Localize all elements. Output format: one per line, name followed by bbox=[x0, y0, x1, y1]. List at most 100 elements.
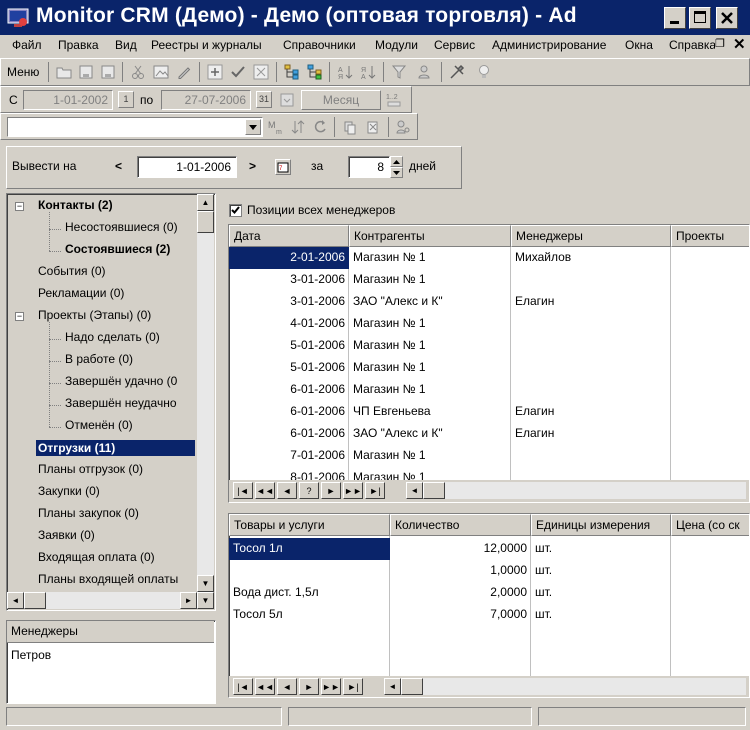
image-icon[interactable] bbox=[151, 62, 171, 82]
tree-icon[interactable] bbox=[282, 62, 302, 82]
days-up-button[interactable] bbox=[390, 156, 403, 167]
period-numbers-icon[interactable]: 1..2 bbox=[384, 90, 404, 110]
title-bar[interactable]: Monitor CRM (Демо) - Демо (оптовая торго… bbox=[0, 0, 750, 35]
tree-item[interactable]: Проекты (Этапы) (0) bbox=[38, 308, 151, 322]
output-date-input[interactable]: 1-01-2006 bbox=[137, 156, 237, 178]
restore-child-icon[interactable]: ❐ bbox=[715, 37, 725, 50]
table-row[interactable]: 3-01-2006 Магазин № 1 bbox=[229, 269, 749, 291]
open-folder-icon[interactable] bbox=[54, 62, 74, 82]
nav-button[interactable]: |◄ bbox=[233, 482, 253, 499]
table-row[interactable]: Тосол 1л 12,0000 шт. bbox=[229, 538, 749, 560]
tree-item[interactable]: Планы входящей оплаты bbox=[38, 572, 178, 586]
copy-icon[interactable] bbox=[340, 117, 360, 137]
goods-hscroll[interactable]: ◄ bbox=[384, 678, 746, 695]
menu-references[interactable]: Справочники bbox=[283, 38, 356, 52]
column-header[interactable]: Товары и услуги bbox=[229, 514, 390, 536]
table-row[interactable]: 6-01-2006 Магазин № 1 bbox=[229, 379, 749, 401]
nav-button[interactable]: ►| bbox=[365, 482, 385, 499]
swap-icon[interactable] bbox=[288, 117, 308, 137]
menu-edit[interactable]: Правка bbox=[58, 38, 99, 52]
from-date-input[interactable]: 1-01-2002 bbox=[23, 90, 113, 110]
next-date-button[interactable]: > bbox=[249, 159, 256, 173]
table-row[interactable]: 5-01-2006 Магазин № 1 bbox=[229, 335, 749, 357]
to-date-input[interactable]: 27-07-2006 bbox=[161, 90, 251, 110]
tree-item[interactable]: Рекламации (0) bbox=[38, 286, 124, 300]
column-header[interactable]: Дата bbox=[229, 225, 349, 247]
scroll-down-button-corner[interactable]: ▼ bbox=[197, 592, 214, 609]
tree-item[interactable]: Планы закупок (0) bbox=[38, 506, 139, 520]
save-as-icon[interactable] bbox=[98, 62, 118, 82]
hscroll-thumb[interactable] bbox=[24, 592, 46, 609]
tree-expander-button[interactable]: − bbox=[15, 202, 24, 211]
nav-button[interactable]: ◄ bbox=[277, 482, 297, 499]
column-header[interactable]: Проекты bbox=[671, 225, 749, 247]
tree-item[interactable]: В работе (0) bbox=[65, 352, 133, 366]
table-row[interactable]: Тосол 5л 7,0000 шт. bbox=[229, 604, 749, 626]
scroll-thumb[interactable] bbox=[197, 211, 214, 233]
column-header[interactable]: Контрагенты bbox=[349, 225, 511, 247]
scroll-left-button[interactable]: ◄ bbox=[7, 592, 24, 609]
to-calendar-button[interactable]: 31 bbox=[256, 91, 272, 108]
remove-icon[interactable] bbox=[363, 117, 383, 137]
tree-item[interactable]: Планы отгрузок (0) bbox=[38, 462, 143, 476]
tools-icon[interactable] bbox=[447, 62, 467, 82]
tree-item[interactable]: Завершён удачно (0 bbox=[65, 374, 177, 388]
table-row[interactable]: 4-01-2006 Магазин № 1 bbox=[229, 313, 749, 335]
cut-icon[interactable] bbox=[128, 62, 148, 82]
table-row[interactable]: 2-01-2006 Магазин № 1 Михайлов bbox=[229, 247, 749, 269]
tree-item[interactable]: Завершён неудачно bbox=[65, 396, 177, 410]
table-row[interactable]: Вода дист. 1,5л 2,0000 шт. bbox=[229, 582, 749, 604]
tree-item[interactable]: Состоявшиеся (2) bbox=[65, 242, 170, 256]
nav-button[interactable]: ► bbox=[321, 482, 341, 499]
check-icon[interactable] bbox=[228, 62, 248, 82]
menu-modules[interactable]: Модули bbox=[375, 38, 418, 52]
app-icon[interactable] bbox=[6, 6, 30, 30]
all-managers-checkbox[interactable] bbox=[229, 204, 242, 217]
add-icon[interactable] bbox=[205, 62, 225, 82]
manager-item[interactable]: Петров bbox=[11, 648, 51, 662]
tree-hscroll[interactable]: ◄ ► ▼ bbox=[7, 592, 214, 609]
menu-service[interactable]: Сервис bbox=[434, 38, 475, 52]
delete-icon[interactable] bbox=[251, 62, 271, 82]
tree-item[interactable]: Несостоявшиеся (0) bbox=[65, 220, 178, 234]
menu-windows[interactable]: Окна bbox=[625, 38, 653, 52]
calendar-button[interactable]: 7 bbox=[275, 159, 291, 175]
tree-add-icon[interactable] bbox=[305, 62, 325, 82]
table-row[interactable]: 6-01-2006 ЧП Евгеньева Елагин bbox=[229, 401, 749, 423]
search-user-icon[interactable] bbox=[393, 117, 413, 137]
month-button[interactable]: Месяц bbox=[301, 90, 381, 110]
tree-item[interactable]: Отгрузки (11) bbox=[36, 440, 195, 456]
sort-desc-icon[interactable]: ЯA bbox=[358, 62, 378, 82]
table-row[interactable]: 6-01-2006 ЗАО "Алекс и К" Елагин bbox=[229, 423, 749, 445]
shipments-grid[interactable]: Дата Контрагенты Менеджеры Проекты 2-01-2006… bbox=[228, 224, 750, 503]
hscroll-thumb[interactable] bbox=[401, 678, 423, 695]
menu-registers[interactable]: Реестры и журналы bbox=[151, 38, 262, 52]
search-combo[interactable] bbox=[7, 117, 263, 137]
minimize-button[interactable] bbox=[664, 7, 686, 29]
from-calendar-button[interactable]: 1 bbox=[118, 91, 134, 108]
column-header[interactable]: Единицы измерения bbox=[531, 514, 671, 536]
menu-file[interactable]: Файл bbox=[12, 38, 42, 52]
hscroll-thumb[interactable] bbox=[423, 482, 445, 499]
nav-button[interactable]: ►| bbox=[343, 678, 363, 695]
lightbulb-icon[interactable] bbox=[474, 62, 494, 82]
nav-button[interactable]: ◄◄ bbox=[255, 678, 275, 695]
table-row[interactable]: 1,0000 шт. bbox=[229, 560, 749, 582]
tree-item[interactable]: Контакты (2) bbox=[38, 198, 113, 212]
maximize-button[interactable] bbox=[689, 7, 711, 29]
menu-admin[interactable]: Администрирование bbox=[492, 38, 606, 52]
period-list-icon[interactable] bbox=[277, 90, 297, 110]
save-icon[interactable] bbox=[76, 62, 96, 82]
nav-button[interactable]: ◄ bbox=[277, 678, 297, 695]
scroll-left-button[interactable]: ◄ bbox=[384, 678, 401, 695]
nav-button[interactable]: ◄◄ bbox=[255, 482, 275, 499]
table-row[interactable]: 7-01-2006 Магазин № 1 bbox=[229, 445, 749, 467]
days-input[interactable]: 8 bbox=[348, 156, 390, 178]
tree-item[interactable]: Надо сделать (0) bbox=[65, 330, 160, 344]
scroll-up-button[interactable]: ▲ bbox=[197, 194, 214, 211]
user-icon[interactable] bbox=[416, 62, 436, 82]
menu-view[interactable]: Вид bbox=[115, 38, 137, 52]
nav-button[interactable]: ? bbox=[299, 482, 319, 499]
table-row[interactable]: 5-01-2006 Магазин № 1 bbox=[229, 357, 749, 379]
column-header[interactable]: Цена (со ск bbox=[671, 514, 749, 536]
